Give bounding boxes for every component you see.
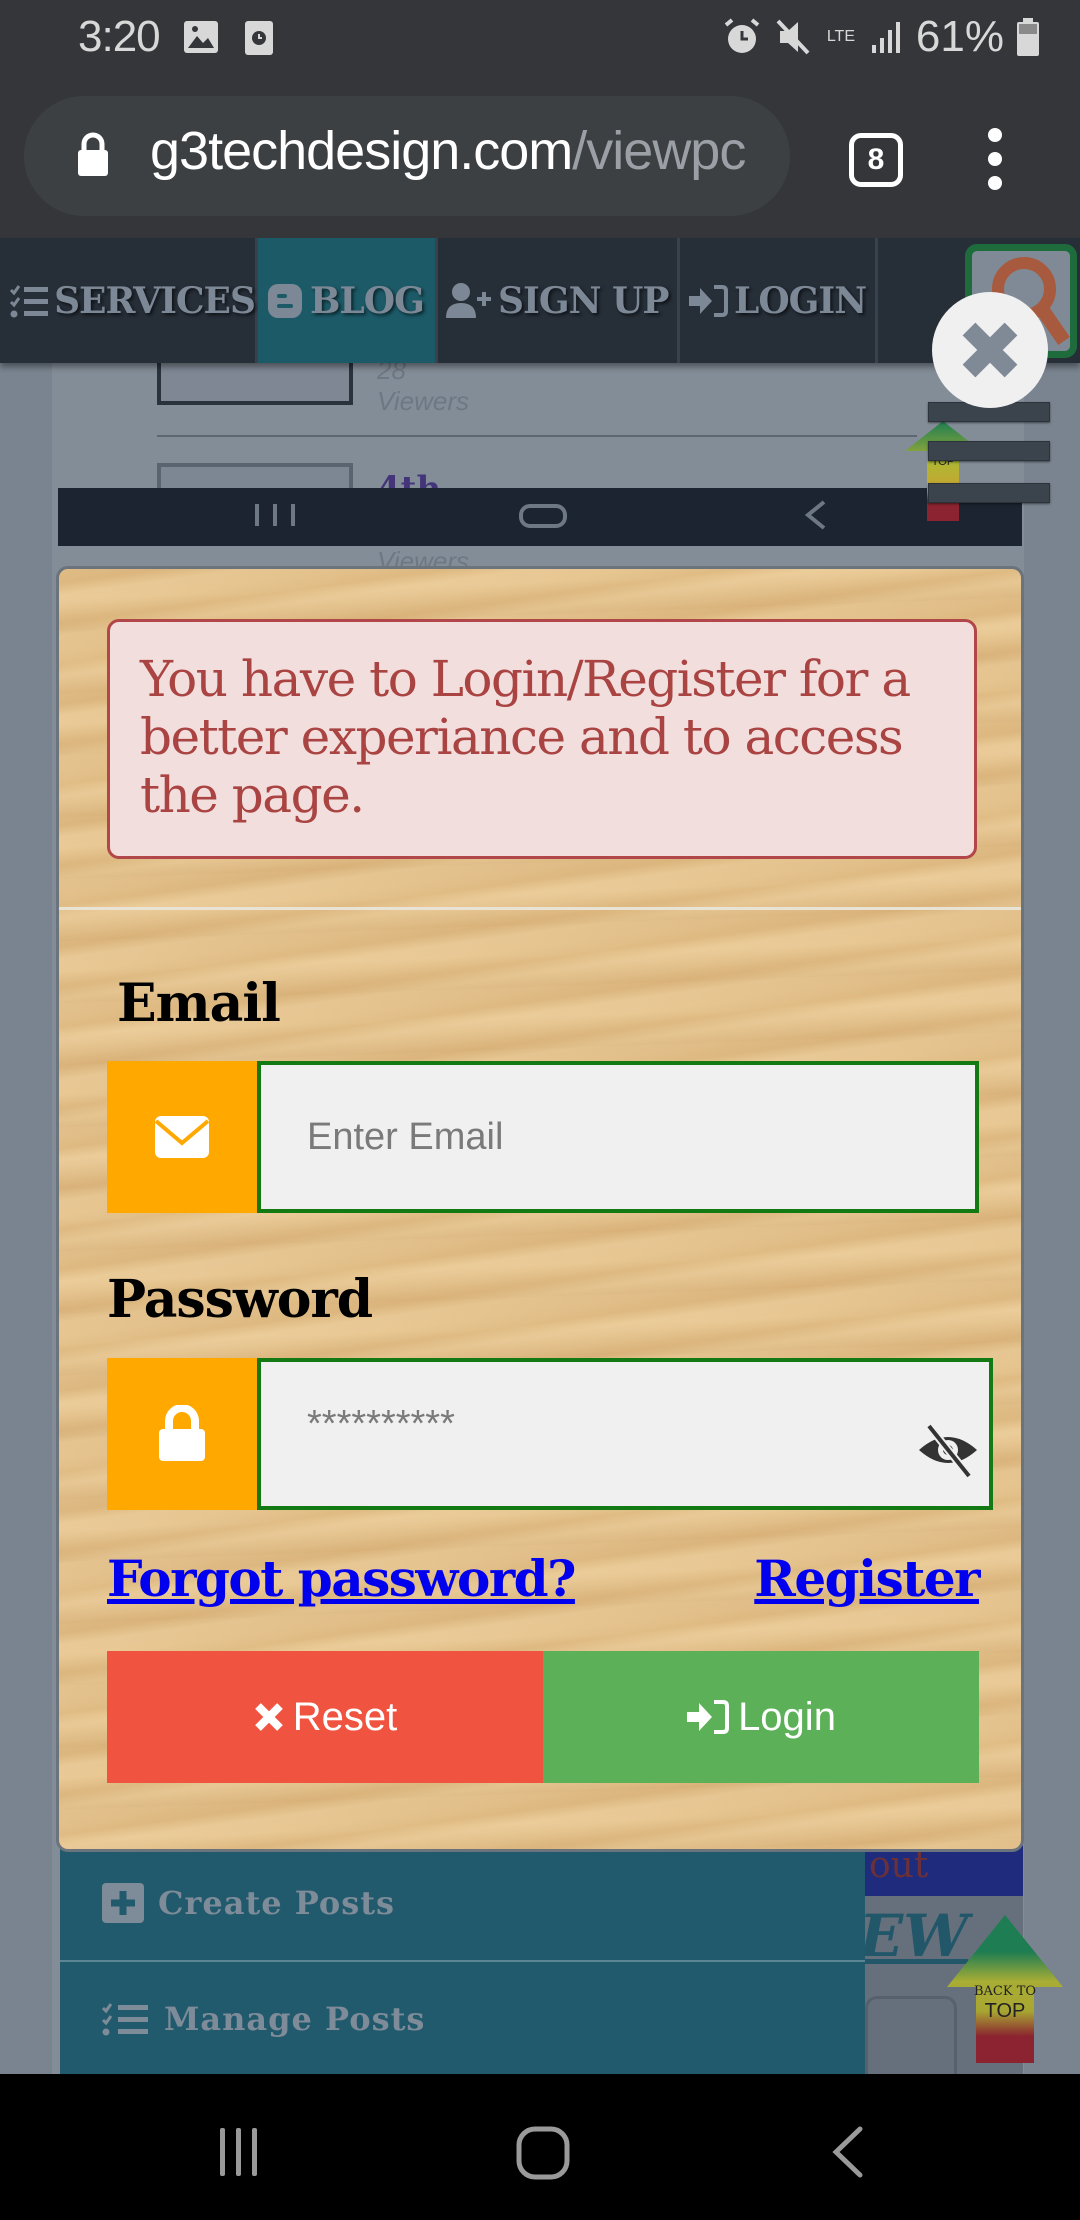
close-icon xyxy=(962,322,1018,378)
status-bar: 3:20 LTE 61% xyxy=(0,0,1080,76)
reset-button-label: Reset xyxy=(292,1694,398,1739)
home-button[interactable] xyxy=(516,2126,572,2182)
password-label: Password xyxy=(107,1269,373,1330)
post-views: 28 Viewers xyxy=(377,355,470,416)
tab-switcher-button[interactable]: 8 xyxy=(849,133,903,187)
times-icon xyxy=(254,1703,283,1731)
url-text[interactable]: g3techdesign.com/viewpc xyxy=(150,120,746,182)
home-icon xyxy=(519,504,567,528)
back-to-top-small-icon[interactable]: TOP xyxy=(903,421,983,521)
email-addon xyxy=(107,1061,257,1213)
password-field-wrapper xyxy=(257,1358,993,1510)
user-plus-icon xyxy=(446,282,491,318)
login-modal: You have to Login/Register for a better … xyxy=(56,566,1024,1852)
floating-bar xyxy=(928,441,1050,461)
email-input[interactable] xyxy=(257,1061,979,1213)
nav-item-services[interactable]: SERVICES xyxy=(0,238,258,363)
url-domain: g3techdesign.com xyxy=(150,121,573,181)
list-check-icon xyxy=(101,2003,148,2036)
register-link[interactable]: Register xyxy=(754,1549,980,1608)
login-button-label: Login xyxy=(738,1694,836,1739)
nav-item-signup[interactable]: SIGN UP xyxy=(438,238,680,363)
modal-close-button[interactable] xyxy=(932,292,1048,408)
reset-button[interactable]: Reset xyxy=(107,1651,543,1783)
login-button[interactable]: Login xyxy=(543,1651,979,1783)
side-menu-label: Create Posts xyxy=(158,1884,396,1922)
browser-toolbar: g3techdesign.com/viewpc 8 xyxy=(0,76,1080,238)
site-navbar: SERVICES BLOG SIGN UP LOGIN xyxy=(0,238,1080,363)
browser-menu-icon[interactable] xyxy=(980,128,1010,194)
status-time: 3:20 xyxy=(78,12,161,61)
nav-label: SIGN UP xyxy=(498,279,669,322)
back-icon xyxy=(804,500,826,530)
back-button[interactable] xyxy=(826,2126,866,2178)
mute-icon xyxy=(776,19,810,55)
battery-percent: 61% xyxy=(915,12,1004,61)
login-required-alert: You have to Login/Register for a better … xyxy=(107,619,977,859)
post-divider xyxy=(157,435,917,437)
side-menu-create-posts[interactable]: Create Posts xyxy=(60,1844,865,1960)
alarm-icon xyxy=(724,18,760,53)
nav-label: SERVICES xyxy=(54,279,256,322)
blogger-icon xyxy=(268,283,302,318)
forgot-password-link[interactable]: Forgot password? xyxy=(107,1549,576,1608)
email-label: Email xyxy=(117,973,281,1034)
floating-bar xyxy=(928,483,1050,503)
image-icon xyxy=(184,21,218,53)
eye-slash-icon[interactable] xyxy=(915,1422,981,1478)
email-input-group xyxy=(107,1061,979,1213)
recent-apps-button[interactable] xyxy=(214,2126,264,2178)
envelope-icon xyxy=(154,1116,210,1158)
modal-links: Forgot password? Register xyxy=(107,1549,980,1619)
side-menu-label: Manage Posts xyxy=(164,2000,426,2038)
back-to-top-line2: TOP xyxy=(985,2000,1026,2022)
system-navigation-bar xyxy=(0,2074,1080,2220)
back-to-top-button[interactable]: BACK TO TOP xyxy=(945,1915,1065,2065)
recents-icon xyxy=(255,504,295,526)
sign-in-icon xyxy=(687,1700,730,1734)
signal-icon xyxy=(871,22,900,53)
back-to-top-line1: BACK TO xyxy=(974,1984,1036,1999)
lock-icon xyxy=(78,132,108,176)
password-addon xyxy=(107,1358,257,1510)
lte-icon: LTE xyxy=(826,28,855,45)
side-menu-manage-posts[interactable]: Manage Posts xyxy=(60,1960,865,2074)
battery-icon xyxy=(1017,18,1039,56)
clock-notification-icon xyxy=(245,21,273,55)
embedded-nav-bar xyxy=(58,488,1022,546)
modal-divider xyxy=(59,907,1021,910)
status-right-icons: LTE 61% xyxy=(722,12,1040,62)
lock-icon xyxy=(159,1405,205,1461)
url-path: /viewpc xyxy=(572,121,746,181)
address-bar[interactable]: g3techdesign.com/viewpc xyxy=(24,96,790,216)
plus-square-icon xyxy=(102,1883,144,1923)
password-input[interactable] xyxy=(257,1358,993,1510)
list-check-icon xyxy=(9,284,49,317)
nav-item-blog[interactable]: BLOG xyxy=(258,238,438,363)
nav-label: BLOG xyxy=(310,279,425,322)
sign-in-icon xyxy=(689,284,728,317)
side-menu: Create Posts Manage Posts xyxy=(60,1844,865,2074)
nav-item-login[interactable]: LOGIN xyxy=(680,238,878,363)
nav-label: LOGIN xyxy=(734,279,867,322)
password-input-group xyxy=(107,1358,993,1510)
view-box xyxy=(865,1996,957,2074)
modal-actions: Reset Login xyxy=(107,1651,979,1783)
